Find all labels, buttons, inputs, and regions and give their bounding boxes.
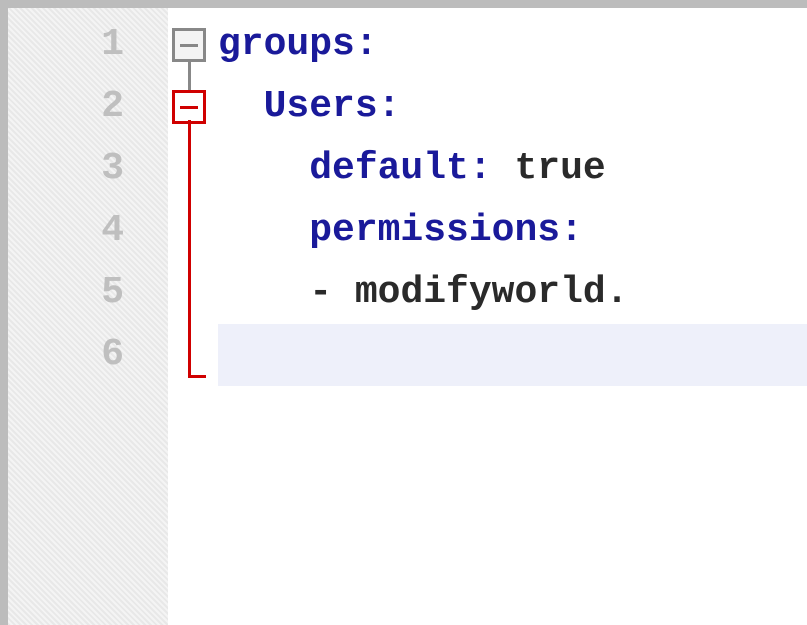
code-editor: 1 2 3 4 5 6 groups: Users: default: true… <box>8 8 807 625</box>
line-number: 3 <box>8 138 168 200</box>
yaml-key: groups <box>218 23 355 66</box>
fold-toggle-icon[interactable] <box>172 90 206 124</box>
code-line[interactable]: - modifyworld. <box>218 262 807 324</box>
code-line[interactable]: default: true <box>218 138 807 200</box>
colon: : <box>355 23 378 66</box>
code-line[interactable]: groups: <box>218 14 807 76</box>
yaml-value: true <box>514 147 605 190</box>
yaml-dash: - <box>309 271 332 314</box>
yaml-value: modifyworld. <box>355 271 629 314</box>
fold-guide-line <box>188 60 191 90</box>
minus-icon <box>180 44 198 47</box>
yaml-key: Users <box>264 85 378 128</box>
line-number: 1 <box>8 14 168 76</box>
fold-toggle-icon[interactable] <box>172 28 206 62</box>
code-line[interactable]: permissions: <box>218 200 807 262</box>
line-number: 4 <box>8 200 168 262</box>
line-number-gutter: 1 2 3 4 5 6 <box>8 8 168 625</box>
fold-guide-line-active <box>188 120 191 378</box>
code-line[interactable]: Users: <box>218 76 807 138</box>
colon: : <box>560 209 583 252</box>
space <box>492 147 515 190</box>
code-line-current[interactable] <box>218 324 807 386</box>
yaml-key: permissions <box>309 209 560 252</box>
line-number: 5 <box>8 262 168 324</box>
minus-icon <box>180 106 198 109</box>
yaml-key: default <box>309 147 469 190</box>
colon: : <box>378 85 401 128</box>
fold-column <box>168 8 218 625</box>
code-area[interactable]: groups: Users: default: true permissions… <box>218 8 807 625</box>
line-number: 2 <box>8 76 168 138</box>
line-number: 6 <box>8 324 168 386</box>
colon: : <box>469 147 492 190</box>
space <box>332 271 355 314</box>
